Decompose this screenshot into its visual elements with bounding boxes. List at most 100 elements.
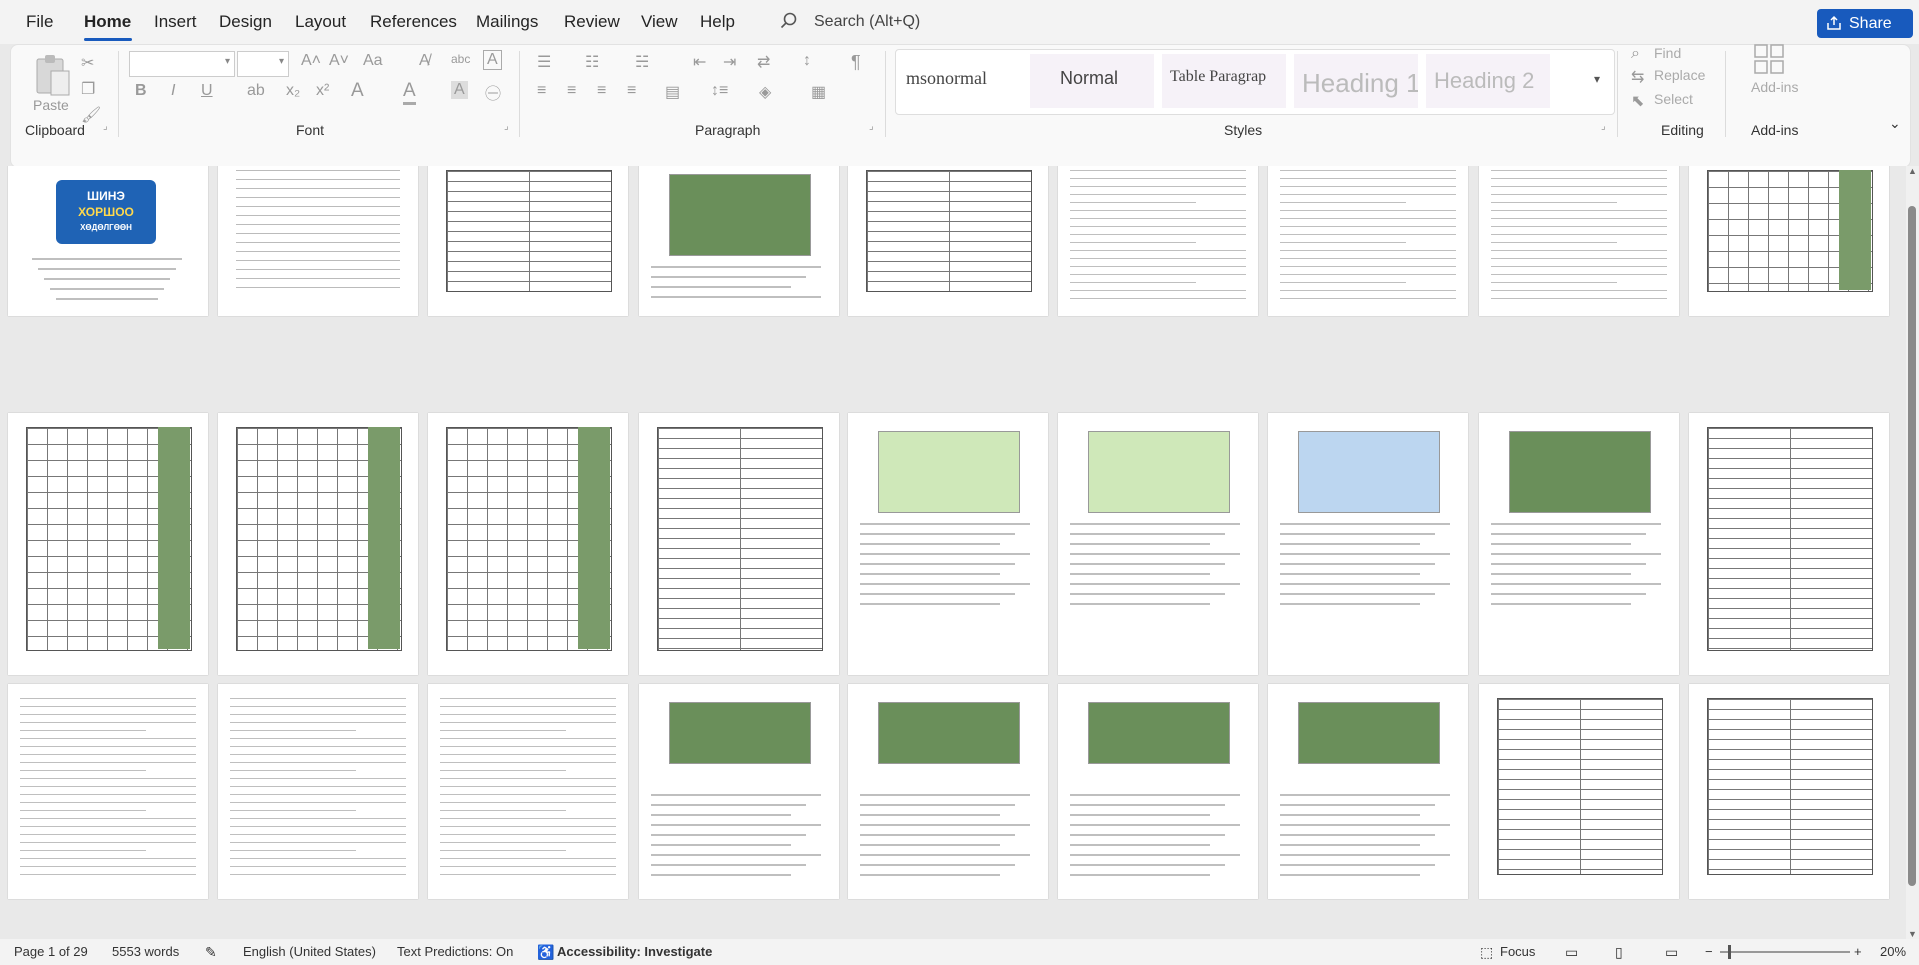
menu-references[interactable]: References [370,12,457,32]
document-page[interactable] [1268,166,1468,316]
share-button[interactable]: Share [1817,9,1913,38]
document-page[interactable] [8,413,208,675]
accessibility-status[interactable]: Accessibility: Investigate [557,944,712,959]
document-page[interactable] [218,684,418,899]
scroll-up-icon[interactable]: ▲ [1908,166,1917,176]
text-direction-icon[interactable]: ⇄ [757,52,770,72]
style-heading-1[interactable]: Heading 1 [1294,54,1418,108]
document-page[interactable] [218,166,418,316]
grow-font-icon[interactable]: A˄ [301,52,321,70]
menu-file[interactable]: File [26,12,53,32]
add-ins-icon[interactable] [1753,43,1785,75]
menu-view[interactable]: View [641,12,678,32]
multilevel-list-icon[interactable]: ☵ [635,52,649,72]
document-page[interactable] [848,166,1048,316]
align-center-icon[interactable]: ≡ [567,82,576,100]
document-page[interactable] [428,166,628,316]
document-page[interactable] [639,166,839,316]
replace-icon[interactable]: ⇆ [1631,67,1644,87]
document-page[interactable] [1479,684,1679,899]
font-size-box[interactable]: ▾ [237,51,289,77]
page-count[interactable]: Page 1 of 29 [14,944,88,959]
zoom-out-icon[interactable]: − [1705,944,1713,959]
bullets-icon[interactable]: ☰ [537,52,551,72]
shrink-font-icon[interactable]: A˅ [329,52,349,70]
document-page[interactable] [848,413,1048,675]
document-canvas[interactable]: ШИНЭ ХОРШОО ХӨДӨЛГӨӨН [0,166,1906,939]
document-page[interactable] [1268,413,1468,675]
language[interactable]: English (United States) [243,944,376,959]
menu-layout[interactable]: Layout [295,12,346,32]
vertical-scrollbar[interactable]: ▲ ▼ [1906,166,1919,939]
styles-launcher-icon[interactable]: ⌟ [1601,121,1606,132]
add-ins-button-label[interactable]: Add-ins [1751,79,1798,95]
find-icon[interactable]: ⌕ [1631,45,1640,63]
document-page[interactable]: ШИНЭ ХОРШОО ХӨДӨЛГӨӨН [8,166,208,316]
document-page[interactable] [639,684,839,899]
document-page[interactable] [1268,684,1468,899]
collapse-ribbon-icon[interactable]: ⌄ [1889,115,1901,132]
clear-formatting-icon[interactable]: A̸ [419,52,430,70]
style-table-paragraph[interactable]: Table Paragrap [1162,54,1286,108]
menu-review[interactable]: Review [564,12,620,32]
menu-mailings[interactable]: Mailings [476,12,538,32]
style-normal[interactable]: Normal [1030,54,1154,108]
italic-icon[interactable]: I [171,82,175,100]
document-page[interactable] [1689,413,1889,675]
paste-icon[interactable] [33,53,73,99]
subscript-icon[interactable]: x₂ [286,82,300,100]
proofing-icon[interactable]: ✎ [205,944,217,961]
copy-icon[interactable]: ❐ [81,79,95,99]
justify-icon[interactable]: ≡ [627,82,636,100]
document-page[interactable] [1058,684,1258,899]
superscript-icon[interactable]: x² [316,82,329,100]
cut-icon[interactable]: ✂ [81,53,94,73]
align-left-icon[interactable]: ≡ [537,82,546,100]
decrease-indent-icon[interactable]: ⇤ [693,52,706,72]
bold-icon[interactable]: B [135,82,147,100]
sort-icon[interactable]: ↕ [803,52,811,70]
word-count[interactable]: 5553 words [112,944,179,959]
style-heading-2[interactable]: Heading 2 [1426,54,1550,108]
borders-icon[interactable]: ▦ [811,82,826,102]
shading-icon[interactable]: A [451,81,468,99]
find-label[interactable]: Find [1654,45,1681,61]
line-spacing-icon[interactable]: ↕≡ [711,82,728,100]
style-msonormal[interactable]: msonormal [898,54,1022,108]
document-page[interactable] [1058,413,1258,675]
select-label[interactable]: Select [1654,91,1693,107]
menu-insert[interactable]: Insert [154,12,197,32]
zoom-in-icon[interactable]: + [1854,944,1862,959]
document-page[interactable] [428,684,628,899]
increase-indent-icon[interactable]: ⇥ [723,52,736,72]
styles-more-icon[interactable]: ▾ [1594,72,1600,86]
document-page[interactable] [1689,684,1889,899]
change-case-icon[interactable]: Aa [363,52,383,70]
font-name-box[interactable]: ▾ [129,51,235,77]
document-page[interactable] [8,684,208,899]
scroll-down-icon[interactable]: ▼ [1908,929,1917,939]
document-page[interactable] [428,413,628,675]
menu-help[interactable]: Help [700,12,735,32]
document-page[interactable] [218,413,418,675]
focus-mode[interactable]: Focus [1500,944,1535,959]
phonetic-guide-icon[interactable]: abc [451,52,470,66]
zoom-slider[interactable] [1720,951,1850,953]
numbering-icon[interactable]: ☷ [585,52,599,72]
select-icon[interactable]: ⬉ [1631,91,1644,111]
document-page[interactable] [1058,166,1258,316]
read-mode-icon[interactable]: ▭ [1565,944,1578,961]
replace-label[interactable]: Replace [1654,67,1705,83]
menu-design[interactable]: Design [219,12,272,32]
font-launcher-icon[interactable]: ⌟ [504,121,509,132]
menu-home[interactable]: Home [84,12,131,32]
document-page[interactable] [639,413,839,675]
scrollbar-thumb[interactable] [1908,206,1916,886]
underline-icon[interactable]: U [201,82,213,100]
paragraph-launcher-icon[interactable]: ⌟ [869,121,874,132]
font-color-icon[interactable]: A [403,80,416,105]
document-page[interactable] [1479,413,1679,675]
character-border-icon[interactable]: A [483,50,502,70]
text-effects-icon[interactable]: A [351,80,364,102]
document-page[interactable] [1479,166,1679,316]
